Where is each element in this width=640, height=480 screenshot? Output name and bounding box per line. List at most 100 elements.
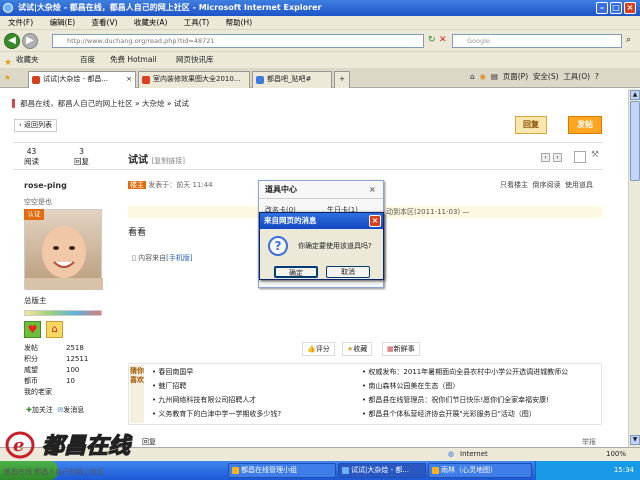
clock[interactable]: 15:34	[614, 466, 634, 474]
recommend-item[interactable]: • 权威发布：2011年暑期面向全县农村中小学公开选调进城教师公	[362, 367, 568, 377]
new-post-button[interactable]: 发帖	[568, 116, 602, 134]
tools-menu[interactable]: 工具(O)	[563, 72, 590, 81]
vertical-scrollbar[interactable]: ▲ ▼	[628, 89, 640, 447]
recommend-link[interactable]: 春回南国早	[158, 368, 193, 376]
zoom-level[interactable]: 100%	[606, 448, 626, 461]
tab-label: 试试|大杂烩 - 都昌...	[43, 75, 109, 83]
watermark-text: 都昌在线	[42, 433, 133, 459]
recommend-item[interactable]: • 魅厂招聘	[152, 381, 186, 391]
confirm-dialog: 来自网页的消息 × ? 你确定要使用该道具吗? 确定 取消	[259, 212, 384, 280]
refresh-icon[interactable]: ↻	[428, 35, 437, 47]
copy-link[interactable]: [复制链接]	[151, 157, 184, 165]
recommend-link[interactable]: 都昌县在线管理员：祝你们节日快乐!愿你们全家幸福安康!	[368, 396, 549, 404]
page-menu[interactable]: 页面(P)	[503, 72, 528, 81]
safety-menu[interactable]: 安全(S)	[533, 72, 559, 81]
tab-active[interactable]: 试试|大杂烩 - 都昌... ×	[28, 71, 136, 88]
share-button[interactable]: ▦新鲜事	[382, 342, 420, 356]
confirm-dialog-close-icon[interactable]: ×	[369, 215, 381, 227]
fav-link-hotmail[interactable]: 免费 Hotmail	[110, 52, 157, 68]
only-author-link[interactable]: 只看楼主	[500, 181, 528, 189]
report-link[interactable]: 举报	[582, 437, 596, 447]
taskbar-item[interactable]: 都昌在线管理小组	[228, 463, 336, 478]
tab-favorites-icon[interactable]: ★	[4, 73, 11, 82]
menu-view[interactable]: 查看(V)	[92, 18, 118, 27]
back-to-list-button[interactable]: ‹ 返回列表	[14, 119, 58, 132]
next-thread-button[interactable]: ›	[553, 153, 562, 162]
recommend-link[interactable]: 义务教育下的白津中学一学期收多少钱?	[158, 410, 281, 418]
post-meta: 楼主 发表于：前天 11:44	[128, 180, 213, 190]
thread-title: 试试 [复制链接]	[128, 151, 185, 166]
home-icon[interactable]: ⌂	[470, 72, 475, 81]
tab-tieba[interactable]: 都昌吧_贴吧#	[252, 71, 332, 88]
prev-thread-button[interactable]: ‹	[541, 153, 550, 162]
stat-value: 12511	[66, 355, 89, 363]
feeds-icon[interactable]: ◉	[480, 72, 487, 81]
recommend-link[interactable]: 都昌县个体私营经济协会开展"光彩服务日"活动（图）	[368, 410, 535, 418]
help-icon[interactable]: ?	[595, 72, 599, 81]
search-icon[interactable]: ⌕	[626, 35, 631, 45]
breadcrumb-site[interactable]: 都昌在线，都昌人自己的网上社区	[20, 99, 133, 108]
favorite-label: 收藏	[353, 345, 368, 353]
tab-decor[interactable]: 室内装修效果图大全2010...	[138, 71, 250, 88]
address-url: http://www.duchang.org/read.php?tid=4872…	[67, 37, 215, 45]
thumb-icon: 👍	[307, 345, 316, 353]
stat-value: 2518	[66, 344, 84, 352]
recommend-item[interactable]: • 九州网络科技有限公司招聘人才	[152, 395, 256, 405]
recommend-link[interactable]: 南山森林公园美在生态（图）	[368, 382, 459, 390]
reply-button[interactable]: 回复	[515, 116, 547, 134]
menu-file[interactable]: 文件(F)	[8, 18, 33, 27]
breadcrumb-forum[interactable]: 大杂烩	[142, 99, 165, 108]
print-icon[interactable]: ▤	[491, 72, 498, 81]
tab-close-icon[interactable]: ×	[126, 72, 132, 87]
ie-icon	[3, 3, 13, 13]
scroll-down-icon[interactable]: ▼	[630, 435, 640, 445]
menu-help[interactable]: 帮助(H)	[226, 18, 253, 27]
forward-icon[interactable]: ▶	[22, 33, 38, 49]
menu-edit[interactable]: 编辑(E)	[50, 18, 76, 27]
username[interactable]: rose-ping	[24, 181, 67, 190]
cancel-button[interactable]: 取消	[326, 266, 370, 278]
fav-link-gallery[interactable]: 网页快讯库	[176, 52, 214, 68]
views-count: 43	[26, 147, 37, 156]
minimize-button[interactable]: –	[596, 2, 608, 14]
favorites-bar: ★ 收藏夹 百度 免费 Hotmail 网页快讯库	[0, 51, 640, 68]
recommend-link[interactable]: 权威发布：2011年暑期面向全县农村中小学公开选调进城教师公	[368, 368, 568, 376]
close-button[interactable]: ×	[624, 2, 636, 14]
back-icon[interactable]: ◀	[4, 33, 20, 49]
scroll-up-icon[interactable]: ▲	[630, 90, 640, 100]
maximize-button[interactable]: □	[610, 2, 622, 14]
fav-link-baidu[interactable]: 百度	[80, 52, 95, 68]
recommend-item[interactable]: • 都昌县在线管理员：祝你们节日快乐!愿你们全家幸福安康!	[362, 395, 549, 405]
recommend-item[interactable]: • 南山森林公园美在生态（图）	[362, 381, 459, 391]
rate-button[interactable]: 👍评分	[302, 342, 335, 356]
tool-dialog-close-button[interactable]: ×	[369, 181, 376, 199]
scroll-thumb[interactable]	[630, 101, 640, 181]
use-tool-link[interactable]: 使用道具	[565, 181, 593, 189]
avatar[interactable]	[24, 209, 103, 290]
taskbar-item[interactable]: 雨林（心灵地图）	[428, 463, 532, 478]
new-tab-button[interactable]: +	[334, 71, 350, 88]
menu-favorites[interactable]: 收藏夹(A)	[134, 18, 167, 27]
stop-icon[interactable]: ✕	[439, 35, 448, 47]
baby-photo	[25, 226, 103, 290]
recommend-item[interactable]: • 都昌县个体私营经济协会开展"光彩服务日"活动（图）	[362, 409, 536, 419]
recommend-link[interactable]: 魅厂招聘	[158, 382, 186, 390]
command-bar: ⌂ ◉ ▤ 页面(P) 安全(S) 工具(O) ?	[470, 70, 599, 84]
message-button[interactable]: 发消息	[63, 406, 84, 414]
wrench-icon[interactable]: ⚒	[591, 150, 599, 160]
reverse-order-link[interactable]: 倒序阅读	[532, 181, 560, 189]
site-icon	[142, 76, 150, 84]
checkbox-icon[interactable]	[574, 151, 586, 163]
taskbar-item-active[interactable]: 试试|大杂烩 - 都...	[338, 463, 426, 478]
favorite-button[interactable]: ★收藏	[342, 342, 373, 356]
search-input[interactable]: Google	[452, 34, 622, 48]
recommend-link[interactable]: 九州网络科技有限公司招聘人才	[158, 396, 256, 404]
address-input[interactable]: http://www.duchang.org/read.php?tid=4872…	[52, 34, 424, 48]
favorites-button[interactable]: 收藏夹	[16, 52, 39, 68]
follow-button[interactable]: 加关注	[32, 406, 53, 414]
recommend-item[interactable]: • 义务教育下的白津中学一学期收多少钱?	[152, 409, 281, 419]
ok-button[interactable]: 确定	[274, 266, 318, 278]
recommend-item[interactable]: • 春回南国早	[152, 367, 193, 377]
mobile-link[interactable]: [手机版]	[166, 254, 192, 262]
menu-tools[interactable]: 工具(T)	[184, 18, 209, 27]
